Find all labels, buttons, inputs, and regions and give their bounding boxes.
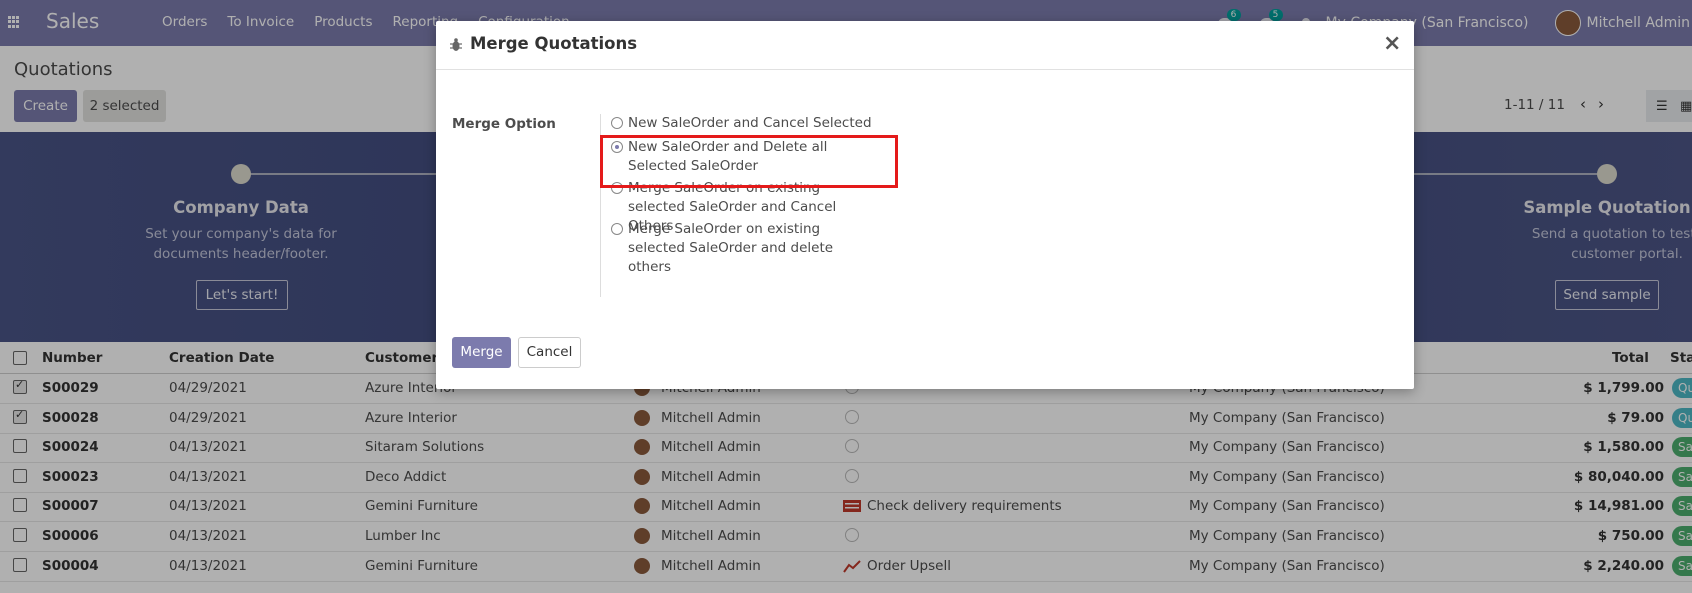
radio-button[interactable] [611, 117, 623, 129]
bug-icon [450, 38, 462, 51]
radio-label[interactable]: New SaleOrder and Cancel Selected [628, 114, 898, 133]
dialog-title: Merge Quotations [470, 34, 638, 53]
merge-option-label: Merge Option [452, 116, 556, 132]
selected-option-highlight [600, 135, 898, 188]
merge-button[interactable]: Merge [452, 337, 511, 368]
cancel-button[interactable]: Cancel [518, 337, 581, 368]
merge-quotations-dialog: Merge Quotations × Merge Option New Sale… [436, 21, 1414, 389]
close-icon[interactable]: × [1383, 31, 1401, 56]
dialog-header: Merge Quotations × [436, 21, 1414, 70]
radio-label[interactable]: Merge SaleOrder on existing selected Sal… [628, 220, 878, 277]
radio-button[interactable] [611, 223, 623, 235]
